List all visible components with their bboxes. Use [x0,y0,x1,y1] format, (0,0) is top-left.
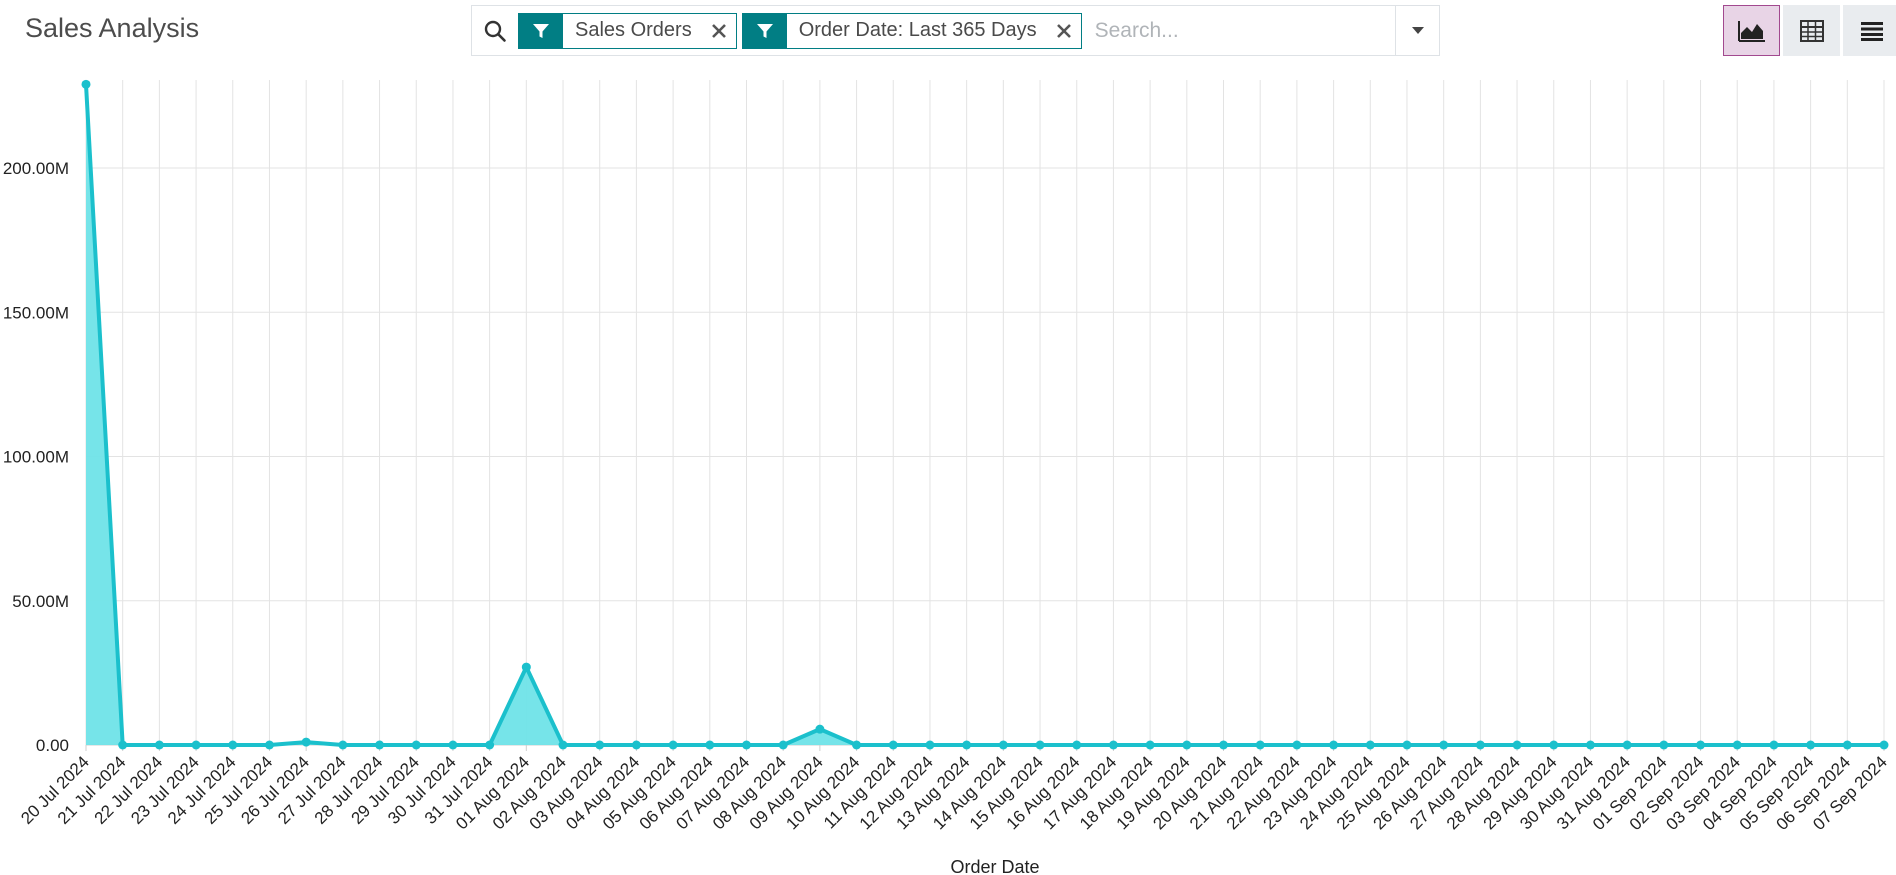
y-tick-label: 0.00 [36,736,69,755]
table-grid-icon [1799,19,1824,42]
data-point[interactable] [1219,740,1229,750]
data-point[interactable] [778,740,788,750]
data-point[interactable] [998,740,1008,750]
page-title: Sales Analysis [25,13,200,43]
series-line [84,84,1884,747]
search-input[interactable] [1086,6,1395,55]
y-tick-label: 50.00M [12,592,69,611]
search-icon[interactable] [472,6,518,55]
data-point[interactable] [631,740,641,750]
data-point[interactable] [705,740,715,750]
data-point[interactable] [852,740,862,750]
data-point[interactable] [925,740,935,750]
data-point[interactable] [1108,740,1118,750]
x-axis-title: Order Date [950,857,1039,875]
close-icon[interactable] [702,14,736,48]
data-point[interactable] [668,740,678,750]
data-point[interactable] [1365,740,1375,750]
data-point[interactable] [1842,740,1852,750]
data-point[interactable] [521,662,531,672]
series-area [86,84,1884,745]
filter-icon [742,13,787,48]
data-point[interactable] [1439,740,1449,750]
data-point[interactable] [1402,740,1412,750]
sales-area-chart: 0.0050.00M100.00M150.00M200.00M20 Jul 20… [3,79,1891,875]
y-tick-label: 150.00M [3,303,69,322]
list-view-button[interactable] [1843,5,1896,56]
data-point[interactable] [411,740,421,750]
facet-order-date: Order Date: Last 365 Days [741,12,1082,49]
data-point[interactable] [485,740,495,750]
data-point[interactable] [81,79,91,89]
data-point[interactable] [1806,740,1816,750]
area-chart-icon [1737,20,1765,42]
list-icon [1860,21,1883,41]
data-point[interactable] [1475,740,1485,750]
data-point[interactable] [741,740,751,750]
data-point[interactable] [1072,740,1082,750]
data-point[interactable] [191,740,201,750]
data-point[interactable] [448,740,458,750]
data-point[interactable] [1622,740,1632,750]
close-icon[interactable] [1047,14,1081,48]
data-point[interactable] [815,724,825,734]
data-point[interactable] [1182,740,1192,750]
caret-down-icon[interactable] [1395,6,1439,55]
data-point[interactable] [154,740,164,750]
data-point[interactable] [1585,740,1595,750]
data-point[interactable] [301,737,311,747]
data-point[interactable] [962,740,972,750]
data-point[interactable] [558,740,568,750]
pivot-view-button[interactable] [1783,5,1840,56]
facet-label: Sales Orders [575,19,692,41]
filter-icon [519,13,563,48]
data-point[interactable] [1255,740,1265,750]
data-point[interactable] [1659,740,1669,750]
data-point[interactable] [1696,740,1706,750]
y-tick-label: 200.00M [3,159,69,178]
data-point[interactable] [1732,740,1742,750]
data-point[interactable] [1292,740,1302,750]
data-point[interactable] [228,740,238,750]
facet-sales-orders: Sales Orders [518,12,737,49]
view-switcher [1723,5,1896,56]
data-point[interactable] [1145,740,1155,750]
data-point[interactable] [375,740,385,750]
data-point[interactable] [1512,740,1522,750]
graph-view-button[interactable] [1723,5,1780,56]
grid [85,80,1885,746]
data-point[interactable] [595,740,605,750]
data-point[interactable] [118,740,128,750]
data-point[interactable] [1769,740,1779,750]
data-point[interactable] [264,740,274,750]
data-point[interactable] [1329,740,1339,750]
y-tick-label: 100.00M [3,448,69,467]
facet-label: Order Date: Last 365 Days [798,19,1037,41]
data-point[interactable] [338,740,348,750]
data-point[interactable] [1879,740,1889,750]
data-point[interactable] [1035,740,1045,750]
data-point[interactable] [1549,740,1559,750]
search-bar: Sales Orders Order Date: Last 365 Days [471,5,1440,56]
data-point[interactable] [888,740,898,750]
